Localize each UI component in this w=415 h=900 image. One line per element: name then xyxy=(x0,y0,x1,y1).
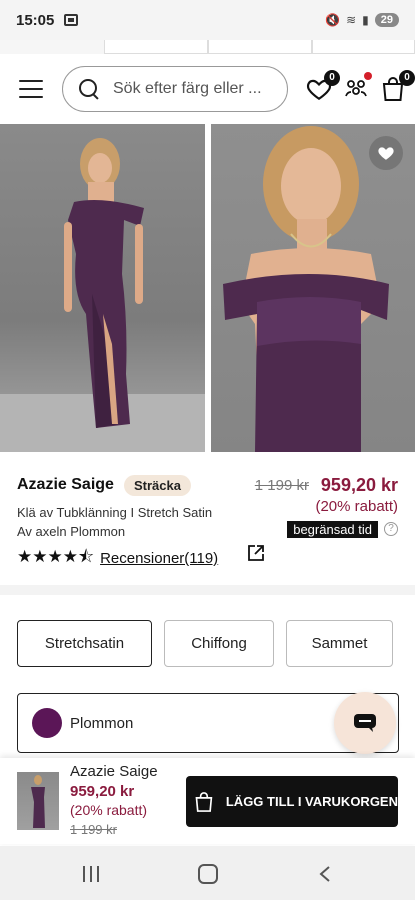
sticky-sale-price: 959,20 kr xyxy=(70,783,135,800)
wishlist-button[interactable]: 0 xyxy=(306,70,340,102)
tab-strip-segment[interactable] xyxy=(104,40,208,54)
battery-indicator: 29 xyxy=(374,13,399,27)
product-subtitle: Klä av Tubklänning I Stretch Satin Av ax… xyxy=(17,505,213,539)
product-name: Azazie Saige xyxy=(17,476,114,493)
dress-illustration-full xyxy=(0,138,205,452)
tab-strip-segment[interactable] xyxy=(208,40,312,54)
add-to-cart-label: LÄGG TILL I VARUKORGEN xyxy=(225,794,398,809)
site-header: Sök efter färg eller ... 0 0 xyxy=(0,54,415,122)
product-image-full-length[interactable] xyxy=(0,124,205,452)
signal-icon: ▮ xyxy=(362,13,369,27)
notification-dot xyxy=(364,72,372,80)
rating-row: ★★★★⯪ Recensioner(119) xyxy=(17,544,218,573)
fabric-option-chiffong[interactable]: Chiffong xyxy=(164,620,274,667)
sticky-discount: (20% rabatt) xyxy=(70,802,148,818)
sticky-original-price: 1 199 kr xyxy=(70,822,117,837)
heart-icon xyxy=(378,147,394,160)
share-icon[interactable] xyxy=(247,544,265,562)
fabric-option-sammet[interactable]: Sammet xyxy=(286,620,393,667)
chat-button[interactable] xyxy=(334,692,396,754)
status-icons: 🔇 ≋ ▮ 29 xyxy=(325,13,399,27)
discount-label: (20% rabatt) xyxy=(315,498,398,515)
chat-icon xyxy=(354,714,376,732)
sticky-add-to-cart-bar: Azazie Saige 959,20 kr (20% rabatt) 1 19… xyxy=(0,758,415,844)
sale-price: 959,20 kr xyxy=(320,475,398,495)
cart-button[interactable]: 0 xyxy=(381,70,415,102)
limited-time-badge: begränsad tid xyxy=(287,521,378,538)
star-rating: ★★★★⯪ xyxy=(17,547,95,566)
sticky-product-name: Azazie Saige xyxy=(70,763,158,780)
wifi-icon: ≋ xyxy=(346,13,357,27)
screenshot-icon xyxy=(64,14,79,26)
back-icon[interactable] xyxy=(318,865,332,883)
system-nav-bar xyxy=(0,846,415,900)
image-wishlist-button[interactable] xyxy=(369,136,403,170)
help-icon[interactable]: ? xyxy=(384,522,398,536)
community-icon xyxy=(345,80,367,97)
cart-count-badge: 0 xyxy=(399,70,415,86)
community-button[interactable] xyxy=(344,72,372,102)
wishlist-count-badge: 0 xyxy=(324,70,340,86)
top-tab-strip xyxy=(0,40,415,54)
dress-illustration-closeup xyxy=(223,126,389,452)
section-divider xyxy=(0,585,415,595)
search-placeholder: Sök efter färg eller ... xyxy=(113,80,262,97)
product-image-closeup[interactable] xyxy=(211,124,415,452)
search-icon xyxy=(79,79,99,99)
reviews-link[interactable]: Recensioner(119) xyxy=(100,550,218,567)
shopping-bag-icon xyxy=(195,791,213,812)
recents-icon[interactable] xyxy=(83,866,101,882)
status-bar: 15:05 🔇 ≋ ▮ 29 xyxy=(0,0,415,40)
stretch-tag: Sträcka xyxy=(124,475,191,496)
color-label: Plommon xyxy=(70,714,134,732)
search-input[interactable]: Sök efter färg eller ... xyxy=(62,66,288,112)
product-thumbnail xyxy=(17,772,59,830)
menu-icon[interactable] xyxy=(19,80,43,98)
product-gallery xyxy=(0,124,415,452)
color-swatch xyxy=(32,708,62,738)
product-info: Azazie Saige Sträcka Klä av Tubklänning … xyxy=(0,460,415,580)
add-to-cart-button[interactable]: LÄGG TILL I VARUKORGEN xyxy=(186,776,398,827)
fabric-option-stretchsatin[interactable]: Stretchsatin xyxy=(17,620,152,667)
original-price: 1 199 kr xyxy=(254,477,309,494)
tab-strip-segment[interactable] xyxy=(312,40,415,54)
fabric-selector: Stretchsatin Chiffong Sammet xyxy=(17,620,393,667)
status-time: 15:05 xyxy=(16,11,55,29)
mute-icon: 🔇 xyxy=(325,13,341,27)
home-icon[interactable] xyxy=(198,864,218,884)
